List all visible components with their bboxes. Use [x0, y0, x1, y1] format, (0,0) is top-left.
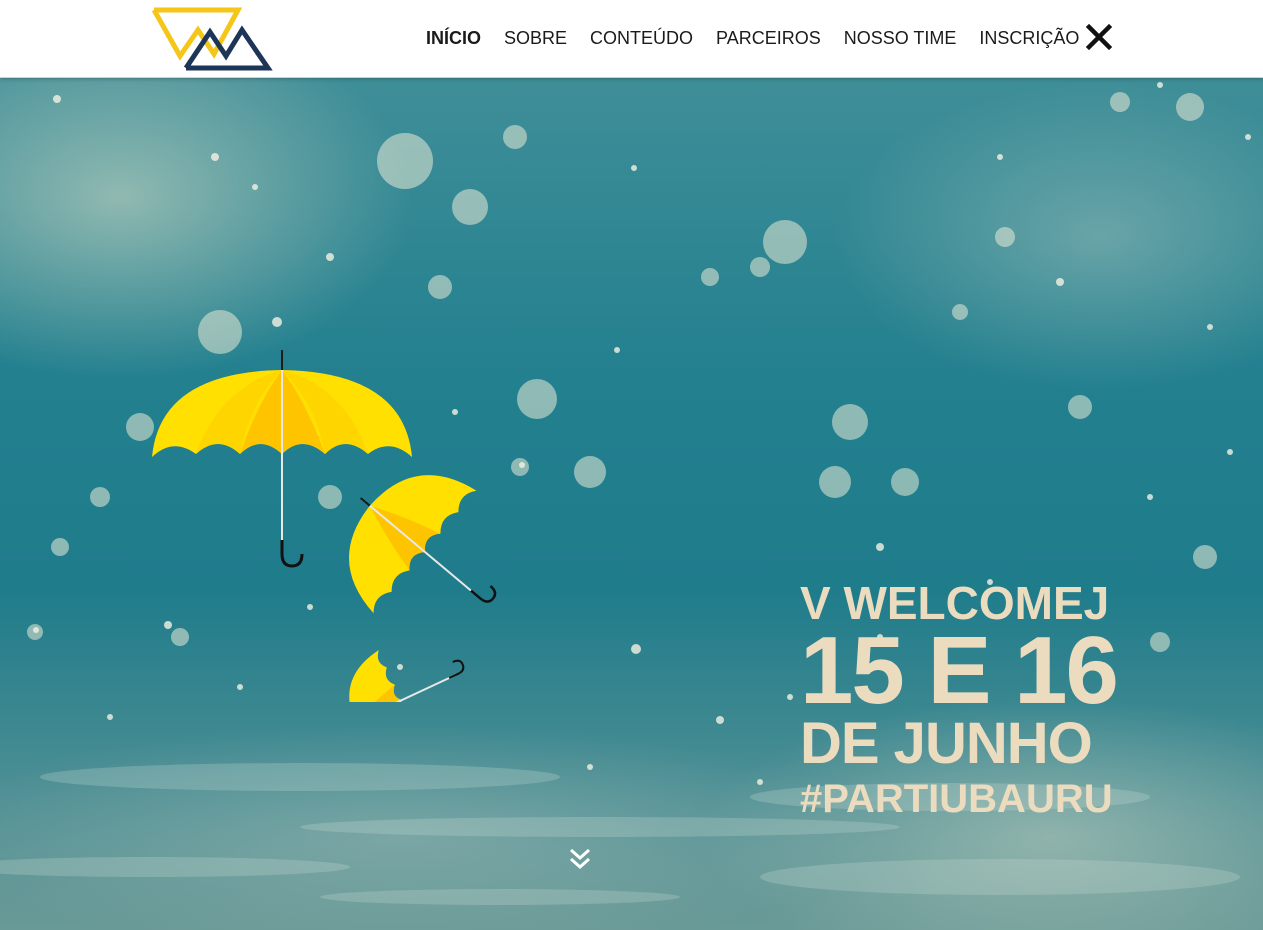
nav-item-sobre[interactable]: SOBRE	[504, 28, 567, 49]
nav-item-nosso-time[interactable]: NOSSO TIME	[844, 28, 957, 49]
event-month: DE JUNHO	[800, 711, 1093, 776]
nav-item-inscricao[interactable]: INSCRIÇÃO	[979, 28, 1079, 49]
nav-item-conteudo[interactable]: CONTEÚDO	[590, 28, 693, 49]
close-icon[interactable]	[1084, 22, 1114, 52]
top-navbar: INÍCIO SOBRE CONTEÚDO PARCEIROS NOSSO TI…	[0, 0, 1263, 78]
umbrella-medium-icon	[349, 475, 497, 614]
page: V WELCOMEJ 15 E 16 DE JUNHO #PARTIUBAURU…	[0, 0, 1263, 930]
umbrella-small-icon	[349, 650, 465, 702]
nav-item-inicio[interactable]: INÍCIO	[426, 28, 481, 49]
event-hashtag: #PARTIUBAURU	[800, 777, 1113, 821]
event-dates: 15 E 16	[800, 617, 1119, 724]
nav-item-parceiros[interactable]: PARCEIROS	[716, 28, 821, 49]
umbrellas-illustration	[152, 350, 497, 702]
welcomej-logo-icon[interactable]	[152, 6, 274, 72]
event-headline: V WELCOMEJ 15 E 16 DE JUNHO #PARTIUBAURU	[800, 577, 1119, 823]
main-nav: INÍCIO SOBRE CONTEÚDO PARCEIROS NOSSO TI…	[426, 0, 1102, 77]
hero-banner: V WELCOMEJ 15 E 16 DE JUNHO #PARTIUBAURU	[0, 77, 1263, 930]
chevrons-down-icon[interactable]	[568, 846, 592, 872]
